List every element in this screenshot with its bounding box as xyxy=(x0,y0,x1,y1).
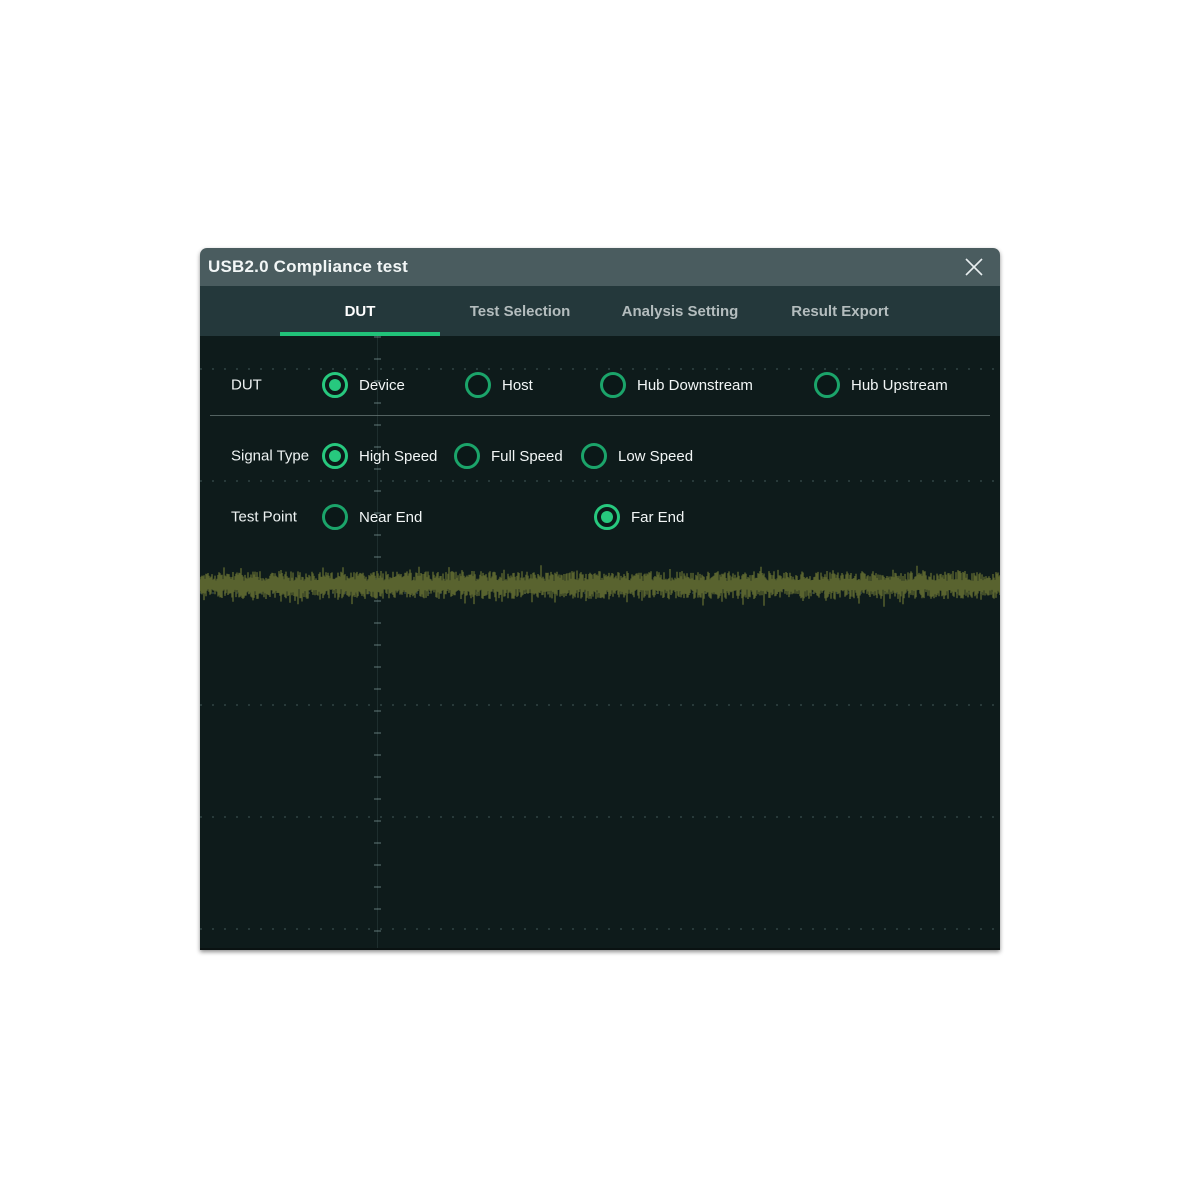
radio-label: Low Speed xyxy=(618,448,693,465)
radio-device[interactable]: Device xyxy=(322,372,405,398)
tab-result-export[interactable]: Result Export xyxy=(760,286,920,336)
radio-full-speed[interactable]: Full Speed xyxy=(454,443,563,469)
signal-type-row-label: Signal Type xyxy=(231,448,309,465)
tab-bar: DUT Test Selection Analysis Setting Resu… xyxy=(200,286,1000,336)
row-separator xyxy=(210,415,990,416)
radio-hub-upstream[interactable]: Hub Upstream xyxy=(814,372,948,398)
radio-label: Full Speed xyxy=(491,448,563,465)
tab-analysis-setting[interactable]: Analysis Setting xyxy=(600,286,760,336)
radio-hub-downstream[interactable]: Hub Downstream xyxy=(600,372,753,398)
radio-label: Device xyxy=(359,377,405,394)
radio-dot-icon xyxy=(821,379,833,391)
radio-dot-icon xyxy=(607,379,619,391)
radio-dot-icon xyxy=(472,379,484,391)
graticule-center-vline xyxy=(377,336,378,948)
radio-ring-icon xyxy=(322,372,348,398)
dialog-content: DUT Device Host Hub Downstream Hub Upstr… xyxy=(200,336,1000,950)
radio-label: High Speed xyxy=(359,448,437,465)
waveform-trace xyxy=(200,546,1000,626)
graticule-hline xyxy=(200,704,1000,706)
radio-low-speed[interactable]: Low Speed xyxy=(581,443,693,469)
radio-label: Hub Upstream xyxy=(851,377,948,394)
radio-ring-icon xyxy=(600,372,626,398)
radio-ring-icon xyxy=(454,443,480,469)
radio-near-end[interactable]: Near End xyxy=(322,504,422,530)
graticule-hline xyxy=(200,480,1000,482)
radio-label: Host xyxy=(502,377,533,394)
radio-dot-icon xyxy=(329,450,341,462)
close-button[interactable] xyxy=(960,253,988,281)
tab-test-selection[interactable]: Test Selection xyxy=(440,286,600,336)
radio-dot-icon xyxy=(588,450,600,462)
radio-host[interactable]: Host xyxy=(465,372,533,398)
graticule-vline-ticks xyxy=(374,336,381,948)
radio-dot-icon xyxy=(329,511,341,523)
dialog-titlebar[interactable]: USB2.0 Compliance test xyxy=(200,248,1000,286)
close-icon xyxy=(963,256,985,278)
radio-label: Near End xyxy=(359,509,422,526)
radio-dot-icon xyxy=(329,379,341,391)
radio-dot-icon xyxy=(601,511,613,523)
radio-ring-icon xyxy=(322,443,348,469)
radio-label: Hub Downstream xyxy=(637,377,753,394)
radio-ring-icon xyxy=(322,504,348,530)
graticule-hline xyxy=(200,368,1000,370)
radio-ring-icon xyxy=(594,504,620,530)
test-point-row-label: Test Point xyxy=(231,509,297,526)
radio-ring-icon xyxy=(814,372,840,398)
radio-label: Far End xyxy=(631,509,684,526)
radio-dot-icon xyxy=(461,450,473,462)
radio-ring-icon xyxy=(465,372,491,398)
graticule-hline xyxy=(200,816,1000,818)
radio-high-speed[interactable]: High Speed xyxy=(322,443,437,469)
graticule-hline xyxy=(200,592,1000,594)
radio-ring-icon xyxy=(581,443,607,469)
tab-dut[interactable]: DUT xyxy=(280,286,440,336)
dialog-title: USB2.0 Compliance test xyxy=(208,257,408,277)
graticule-hline xyxy=(200,928,1000,930)
radio-far-end[interactable]: Far End xyxy=(594,504,684,530)
dut-row-label: DUT xyxy=(231,377,262,394)
usb-compliance-dialog: USB2.0 Compliance test DUT Test Selectio… xyxy=(200,248,1000,950)
